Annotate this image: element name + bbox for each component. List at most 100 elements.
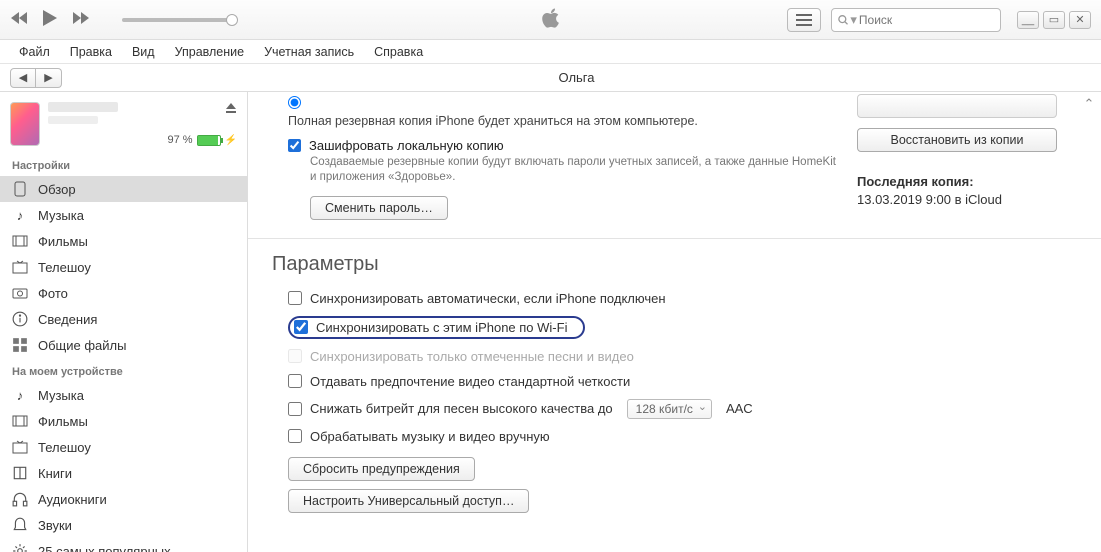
option-row: Снижать битрейт для песен высокого качес… — [288, 394, 1077, 424]
sidebar-item-label: Телешоу — [38, 440, 91, 455]
sidebar-item-label: Книги — [38, 466, 72, 481]
sidebar-ondevice-music[interactable]: ♪ Музыка — [0, 382, 247, 408]
info-icon — [12, 311, 28, 327]
sidebar-item-label: Фильмы — [38, 234, 88, 249]
sidebar-ondevice-top25[interactable]: 25 самых популярных — [0, 538, 247, 552]
prev-track-icon[interactable] — [10, 11, 28, 28]
menubar: Файл Правка Вид Управление Учетная запис… — [0, 40, 1101, 64]
backup-this-computer-radio[interactable] — [288, 96, 301, 109]
nav-back-button[interactable]: ◀ — [10, 68, 36, 88]
sidebar-item-label: Общие файлы — [38, 338, 126, 353]
sidebar-item-tvshows[interactable]: Телешоу — [0, 254, 247, 280]
sidebar-ondevice-tvshows[interactable]: Телешоу — [0, 434, 247, 460]
scroll-up-icon[interactable]: ⌃ — [1081, 96, 1097, 112]
encrypt-backup-label: Зашифровать локальную копию — [309, 138, 504, 153]
play-icon[interactable] — [42, 9, 58, 30]
list-view-button[interactable] — [787, 8, 821, 32]
book-icon — [12, 465, 28, 481]
menu-help[interactable]: Справка — [365, 42, 432, 62]
toolbar-right: ▾ __ ▭ ✕ — [787, 8, 1091, 32]
sidebar-item-movies[interactable]: Фильмы — [0, 228, 247, 254]
playback-controls — [10, 9, 232, 30]
reset-warnings-button[interactable]: Сбросить предупреждения — [288, 457, 475, 481]
search-input[interactable] — [859, 13, 994, 27]
sidebar-item-label: Обзор — [38, 182, 76, 197]
sidebar-item-label: Звуки — [38, 518, 72, 533]
sync-wifi-checkbox[interactable] — [294, 320, 308, 334]
options-list: Синхронизировать автоматически, если iPh… — [248, 286, 1101, 513]
eject-icon[interactable] — [225, 102, 237, 117]
device-sub-placeholder — [48, 116, 98, 124]
player-toolbar: ▾ __ ▭ ✕ — [0, 0, 1101, 40]
title-row: ◀ ▶ Ольга — [0, 64, 1101, 92]
menu-file[interactable]: Файл — [10, 42, 59, 62]
menu-account[interactable]: Учетная запись — [255, 42, 363, 62]
sidebar-item-files[interactable]: Общие файлы — [0, 332, 247, 358]
lower-bitrate-checkbox[interactable] — [288, 402, 302, 416]
device-thumbnail — [10, 102, 40, 146]
encrypt-backup-checkbox[interactable] — [288, 139, 301, 152]
apple-logo-icon — [541, 6, 561, 33]
film-icon — [12, 413, 28, 429]
page-title: Ольга — [62, 70, 1091, 85]
device-name-placeholder — [48, 102, 118, 112]
next-track-icon[interactable] — [72, 11, 90, 28]
manual-manage-checkbox[interactable] — [288, 429, 302, 443]
sidebar-item-overview[interactable]: Обзор — [0, 176, 247, 202]
option-label: Отдавать предпочтение видео стандартной … — [310, 374, 630, 389]
sidebar-item-label: Музыка — [38, 208, 84, 223]
sidebar-ondevice-movies[interactable]: Фильмы — [0, 408, 247, 434]
sidebar-item-label: Фото — [38, 286, 68, 301]
sidebar-item-label: Сведения — [38, 312, 97, 327]
backup-section: Полная резервная копия iPhone будет хран… — [248, 92, 1101, 239]
sidebar-item-photos[interactable]: Фото — [0, 280, 247, 306]
sidebar: 97 % ⚡ Настройки Обзор ♪ Музыка Фильмы Т… — [0, 92, 248, 552]
sidebar-item-label: Аудиокниги — [38, 492, 107, 507]
menu-edit[interactable]: Правка — [61, 42, 121, 62]
window-minimize-button[interactable]: __ — [1017, 11, 1039, 29]
search-icon — [838, 14, 848, 26]
option-label: Снижать битрейт для песен высокого качес… — [310, 401, 613, 416]
window-close-button[interactable]: ✕ — [1069, 11, 1091, 29]
music-note-icon: ♪ — [12, 207, 28, 223]
option-row: Обрабатывать музыку и видео вручную — [288, 424, 1077, 449]
search-box[interactable]: ▾ — [831, 8, 1001, 32]
sidebar-item-label: Фильмы — [38, 414, 88, 429]
volume-slider[interactable] — [122, 18, 232, 22]
sidebar-item-label: Музыка — [38, 388, 84, 403]
sidebar-item-info[interactable]: Сведения — [0, 306, 247, 332]
sidebar-section-ondevice: На моем устройстве — [0, 358, 247, 382]
menu-controls[interactable]: Управление — [166, 42, 254, 62]
tv-icon — [12, 439, 28, 455]
sidebar-ondevice-sounds[interactable]: Звуки — [0, 512, 247, 538]
universal-access-button[interactable]: Настроить Универсальный доступ… — [288, 489, 529, 513]
menu-view[interactable]: Вид — [123, 42, 164, 62]
sidebar-item-label: Телешоу — [38, 260, 91, 275]
tv-icon — [12, 259, 28, 275]
backup-desc: Полная резервная копия iPhone будет хран… — [288, 113, 837, 130]
change-password-button[interactable]: Сменить пароль… — [310, 196, 448, 220]
option-label: Обрабатывать музыку и видео вручную — [310, 429, 550, 444]
nav-forward-button[interactable]: ▶ — [36, 68, 62, 88]
sidebar-ondevice-audiobooks[interactable]: Аудиокниги — [0, 486, 247, 512]
sidebar-ondevice-books[interactable]: Книги — [0, 460, 247, 486]
apps-icon — [12, 337, 28, 353]
window-maximize-button[interactable]: ▭ — [1043, 11, 1065, 29]
bitrate-suffix: AAC — [726, 401, 753, 416]
sync-wifi-highlight: Синхронизировать с этим iPhone по Wi-Fi — [288, 316, 585, 339]
option-row: Синхронизировать с этим iPhone по Wi-Fi — [288, 311, 1077, 344]
last-backup-value: 13.03.2019 9:00 в iCloud — [857, 192, 1077, 207]
restore-from-backup-button[interactable]: Восстановить из копии — [857, 128, 1057, 152]
battery-percent: 97 % — [167, 134, 192, 146]
bitrate-select[interactable]: 128 кбит/с — [627, 399, 712, 419]
gear-icon — [12, 543, 28, 552]
option-row: Отдавать предпочтение видео стандартной … — [288, 369, 1077, 394]
sync-auto-checkbox[interactable] — [288, 291, 302, 305]
film-icon — [12, 233, 28, 249]
sidebar-item-music[interactable]: ♪ Музыка — [0, 202, 247, 228]
phone-icon — [12, 181, 28, 197]
last-backup-heading: Последняя копия: — [857, 174, 1077, 189]
music-note-icon: ♪ — [12, 387, 28, 403]
prefer-sd-checkbox[interactable] — [288, 374, 302, 388]
bell-icon — [12, 517, 28, 533]
